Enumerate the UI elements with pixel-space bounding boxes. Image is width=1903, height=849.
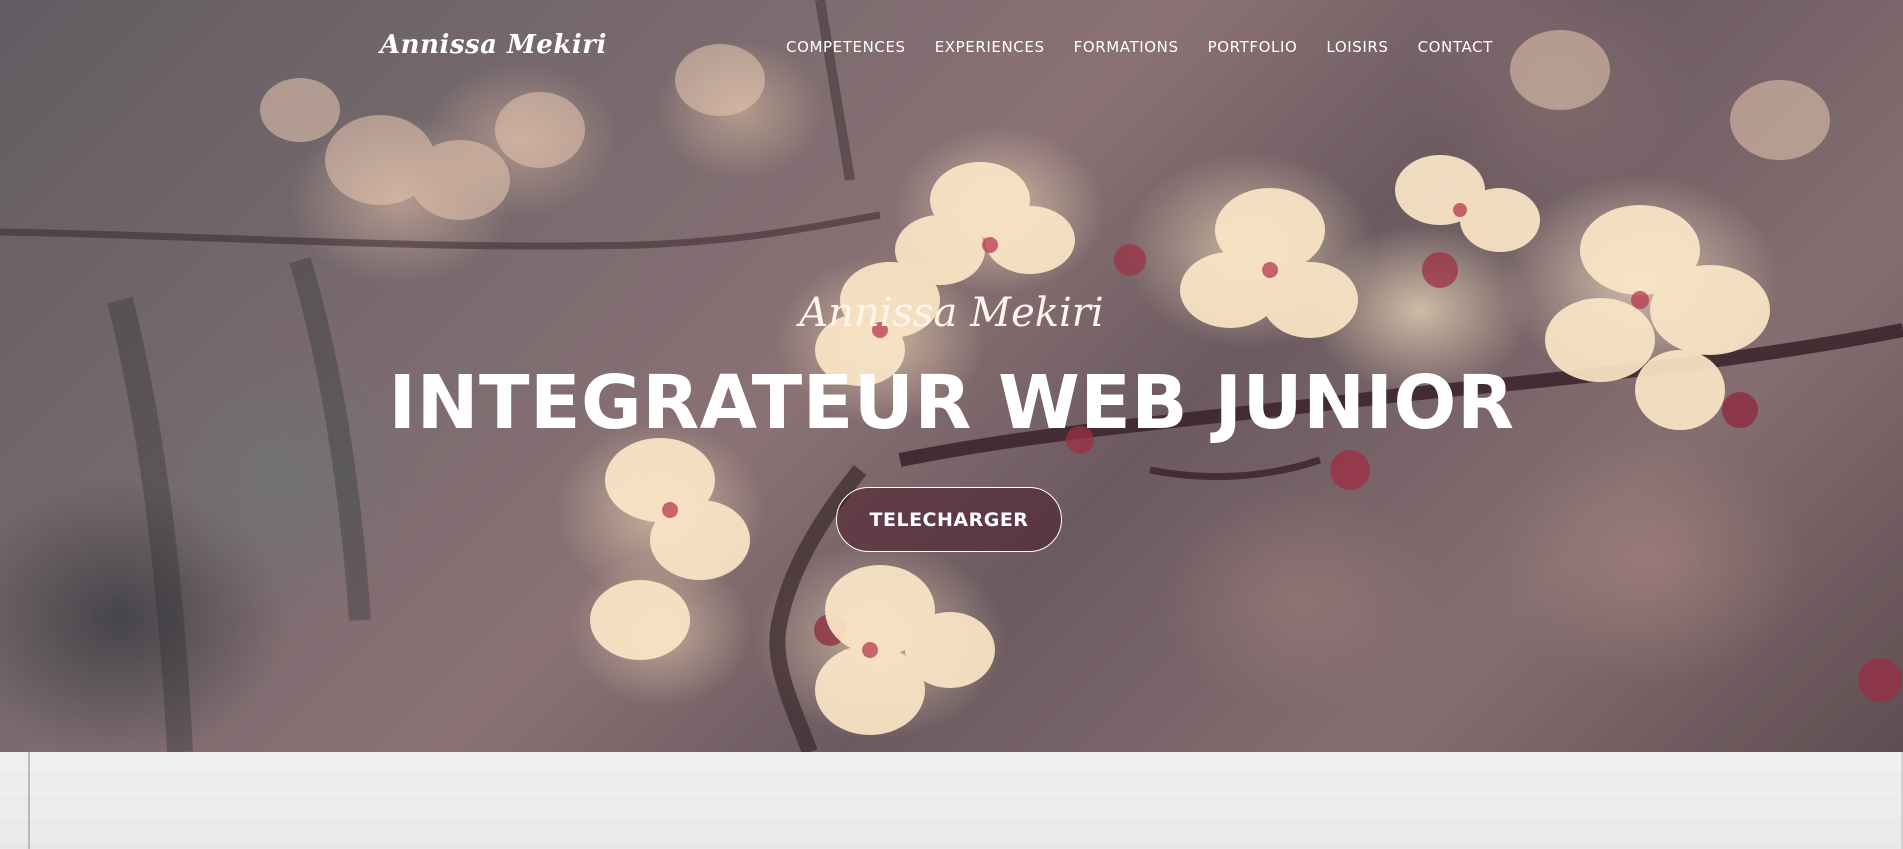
section-divider (28, 752, 30, 849)
hero-section: Annissa Mekiri COMPETENCES EXPERIENCES F… (0, 0, 1903, 752)
hero-subtitle: Annissa Mekiri (799, 290, 1104, 336)
top-navigation: Annissa Mekiri COMPETENCES EXPERIENCES F… (0, 0, 1903, 96)
site-logo[interactable]: Annissa Mekiri (380, 30, 607, 60)
nav-item-competences[interactable]: COMPETENCES (786, 38, 906, 56)
nav-item-formations[interactable]: FORMATIONS (1074, 38, 1179, 56)
nav-item-experiences[interactable]: EXPERIENCES (935, 38, 1045, 56)
nav-menu: COMPETENCES EXPERIENCES FORMATIONS PORTF… (786, 38, 1493, 56)
download-button[interactable]: TELECHARGER (836, 487, 1062, 552)
next-section-wood-background (0, 752, 1903, 849)
nav-item-portfolio[interactable]: PORTFOLIO (1208, 38, 1298, 56)
nav-item-contact[interactable]: CONTACT (1418, 38, 1493, 56)
hero-title: INTEGRATEUR WEB JUNIOR (388, 360, 1515, 446)
nav-item-loisirs[interactable]: LOISIRS (1326, 38, 1388, 56)
